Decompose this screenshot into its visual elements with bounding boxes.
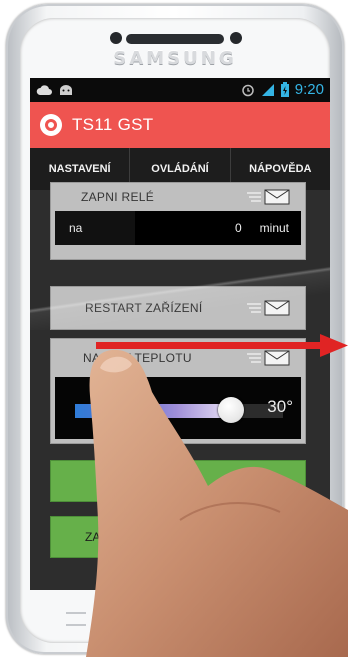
relay-card: ZAPNI RELÉ na 0 minut <box>50 182 306 260</box>
green-button-2-label: ZAPNI VŠECH <box>85 530 166 544</box>
menu-key-icon[interactable] <box>66 612 86 626</box>
temperature-slider[interactable]: 30° <box>55 377 301 439</box>
brand-logo: SAMSUNG <box>113 48 237 69</box>
green-action-button-1[interactable] <box>50 460 306 502</box>
timer-prefix-label: na <box>69 221 83 235</box>
control-panel: ZAPNI RELÉ na 0 minut RESTART ZAŘÍZENÍ N… <box>30 182 330 590</box>
app-title: TS11 GST <box>72 115 154 134</box>
envelope-send-icon[interactable] <box>247 189 291 205</box>
android-icon <box>60 85 72 95</box>
cloud-icon <box>36 85 52 95</box>
battery-icon <box>280 82 289 97</box>
green-action-button-2[interactable]: ZAPNI VŠECH <box>50 516 306 558</box>
timer-input[interactable]: 0 minut <box>135 211 301 245</box>
signal-icon <box>261 83 274 96</box>
home-button[interactable] <box>145 602 215 628</box>
relay-card-title: ZAPNI RELÉ <box>81 190 155 204</box>
timer-value: 0 <box>234 221 242 235</box>
relay-timer-row: na 0 minut <box>55 211 301 245</box>
earpiece-speaker <box>126 34 224 44</box>
slider-thumb[interactable] <box>218 397 244 423</box>
slider-track-filled <box>75 404 231 418</box>
status-bar: 9:20 <box>30 78 330 102</box>
timer-unit: minut <box>259 221 289 235</box>
app-logo-icon[interactable] <box>40 114 62 136</box>
restart-card-header[interactable]: RESTART ZAŘÍZENÍ <box>51 287 305 329</box>
restart-card[interactable]: RESTART ZAŘÍZENÍ <box>50 286 306 330</box>
swipe-arrow-icon <box>96 334 348 357</box>
restart-card-title: RESTART ZAŘÍZENÍ <box>85 301 203 315</box>
back-key-icon[interactable] <box>274 610 296 624</box>
relay-card-header[interactable]: ZAPNI RELÉ <box>51 183 305 211</box>
alarm-icon <box>242 84 254 96</box>
envelope-send-icon[interactable] <box>247 300 291 316</box>
app-bar: TS11 GST <box>30 102 330 148</box>
hardware-keys <box>30 592 330 640</box>
front-camera <box>230 32 242 44</box>
temperature-value: 30° <box>267 397 293 416</box>
status-time: 9:20 <box>294 81 324 98</box>
proximity-sensor <box>110 32 122 44</box>
